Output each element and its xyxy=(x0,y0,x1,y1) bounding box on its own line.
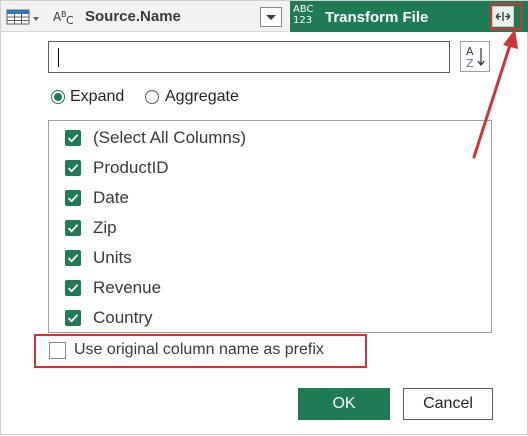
svg-text:Z: Z xyxy=(466,57,474,70)
checkbox-checked[interactable] xyxy=(65,160,81,176)
column-checkbox-list: (Select All Columns) ProductID Date Zip … xyxy=(48,120,492,333)
aggregate-option[interactable]: Aggregate xyxy=(145,88,265,108)
list-item-units[interactable]: Units xyxy=(49,243,489,273)
list-item-zip[interactable]: Zip xyxy=(49,213,489,243)
checkbox-checked[interactable] xyxy=(65,220,81,236)
column-filter-dropdown-button[interactable] xyxy=(260,7,282,27)
checkbox-checked[interactable] xyxy=(65,130,81,146)
any-type-icon: ABC 123 xyxy=(293,4,317,26)
checkbox-checked[interactable] xyxy=(65,250,81,266)
transform-file-column-title: Transform File xyxy=(325,9,429,26)
aggregate-radio-label: Aggregate xyxy=(165,88,239,105)
text-cursor xyxy=(58,48,59,67)
sort-a-z-button[interactable]: A Z xyxy=(460,41,490,72)
checkbox-checked[interactable] xyxy=(65,310,81,326)
use-prefix-label[interactable]: Use original column name as prefix xyxy=(74,341,324,359)
expand-columns-dialog: A B C Source.Name ABC 123 Transform File xyxy=(0,0,528,435)
list-item-label: (Select All Columns) xyxy=(93,128,247,147)
aggregate-radio[interactable] xyxy=(145,90,159,104)
list-item-label: Units xyxy=(93,248,132,267)
column-header-row: A B C Source.Name ABC 123 Transform File xyxy=(1,1,528,32)
list-item-revenue[interactable]: Revenue xyxy=(49,273,489,303)
abc-text-type-icon[interactable]: A B C xyxy=(53,8,79,27)
checkbox-checked[interactable] xyxy=(65,280,81,296)
list-item-label: Country xyxy=(93,308,153,327)
expand-radio[interactable] xyxy=(51,90,65,104)
list-item-date[interactable]: Date xyxy=(49,183,489,213)
ok-button[interactable]: OK xyxy=(298,388,390,420)
list-item-label: Date xyxy=(93,188,129,207)
column-search-input[interactable] xyxy=(48,41,450,73)
svg-text:C: C xyxy=(66,14,74,26)
expand-radio-label: Expand xyxy=(70,88,125,105)
type-badge-123: 123 xyxy=(293,15,313,26)
list-item-productid[interactable]: ProductID xyxy=(49,153,489,183)
cancel-button[interactable]: Cancel xyxy=(403,388,493,420)
list-item-country[interactable]: Country xyxy=(49,303,489,333)
list-item-label: ProductID xyxy=(93,158,169,177)
sort-a-z-icon: A Z xyxy=(466,45,485,70)
source-name-column-header[interactable]: A B C Source.Name xyxy=(1,1,289,32)
list-item-label: Revenue xyxy=(93,278,162,297)
expand-button-highlight-box xyxy=(490,3,522,30)
checkbox-checked[interactable] xyxy=(65,190,81,206)
use-prefix-checkbox[interactable] xyxy=(49,342,66,359)
type-badge-abc: ABC xyxy=(293,4,314,15)
expand-option[interactable]: Expand xyxy=(51,88,141,108)
list-item-select-all[interactable]: (Select All Columns) xyxy=(49,123,489,153)
source-name-column-title: Source.Name xyxy=(85,8,181,25)
table-icon[interactable] xyxy=(6,8,40,26)
list-item-label: Zip xyxy=(93,218,117,237)
